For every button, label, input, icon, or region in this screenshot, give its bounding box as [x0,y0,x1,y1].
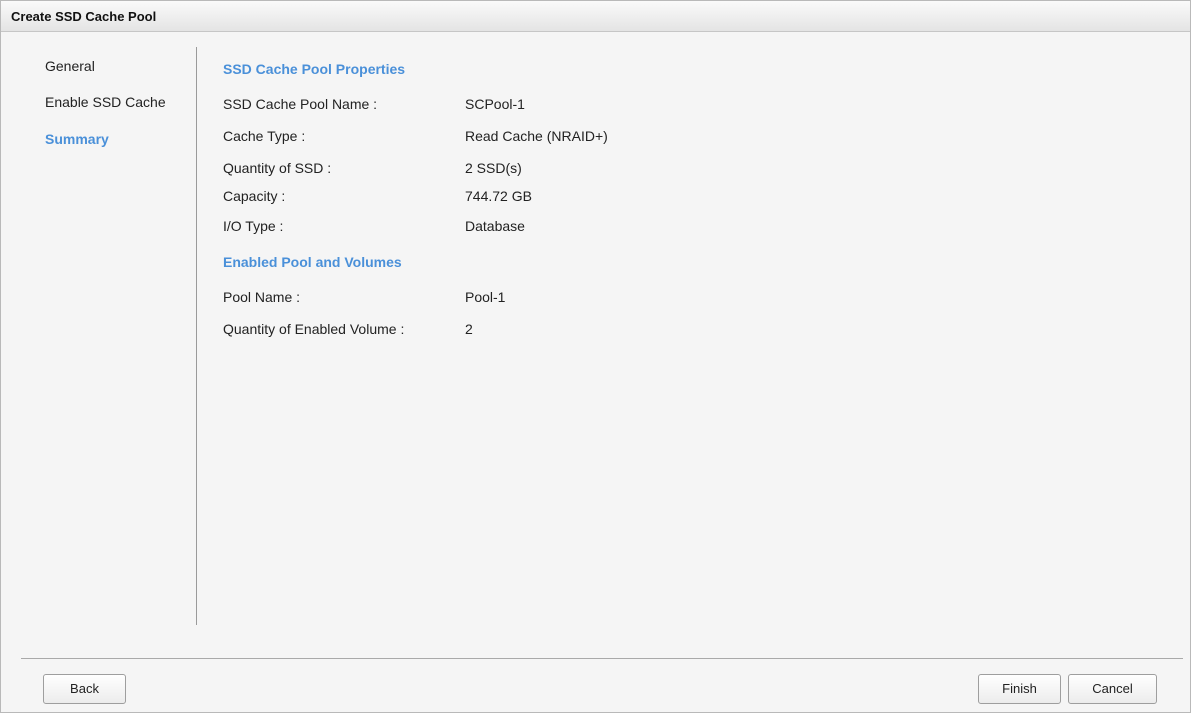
ssd-quantity-label: Quantity of SSD : [223,160,332,176]
create-ssd-cache-pool-dialog: Create SSD Cache Pool General Enable SSD… [0,0,1191,713]
enabled-volume-quantity-label: Quantity of Enabled Volume : [223,321,405,337]
dialog-title: Create SSD Cache Pool [11,9,157,24]
enabled-volume-quantity-value: 2 [465,321,473,337]
nav-item-general[interactable]: General [45,58,95,74]
finish-button[interactable]: Finish [978,674,1061,704]
cache-type-value: Read Cache (NRAID+) [465,128,608,144]
dialog-title-bar[interactable]: Create SSD Cache Pool [1,1,1190,32]
nav-item-summary[interactable]: Summary [45,131,109,147]
ssd-cache-pool-properties-heading: SSD Cache Pool Properties [223,61,406,77]
pool-value: Pool-1 [465,289,506,305]
pool-name-label: SSD Cache Pool Name : [223,96,378,112]
footer-divider [21,658,1183,659]
ssd-quantity-value: 2 SSD(s) [465,160,522,176]
nav-divider [196,47,197,625]
pool-label: Pool Name : [223,289,301,305]
pool-name-value: SCPool-1 [465,96,525,112]
capacity-value: 744.72 GB [465,188,532,204]
cache-type-label: Cache Type : [223,128,306,144]
io-type-value: Database [465,218,525,234]
enabled-pool-volumes-heading: Enabled Pool and Volumes [223,254,402,270]
io-type-label: I/O Type : [223,218,284,234]
back-button[interactable]: Back [43,674,126,704]
cancel-button[interactable]: Cancel [1068,674,1157,704]
nav-item-enable-ssd-cache[interactable]: Enable SSD Cache [45,94,166,110]
capacity-label: Capacity : [223,188,286,204]
